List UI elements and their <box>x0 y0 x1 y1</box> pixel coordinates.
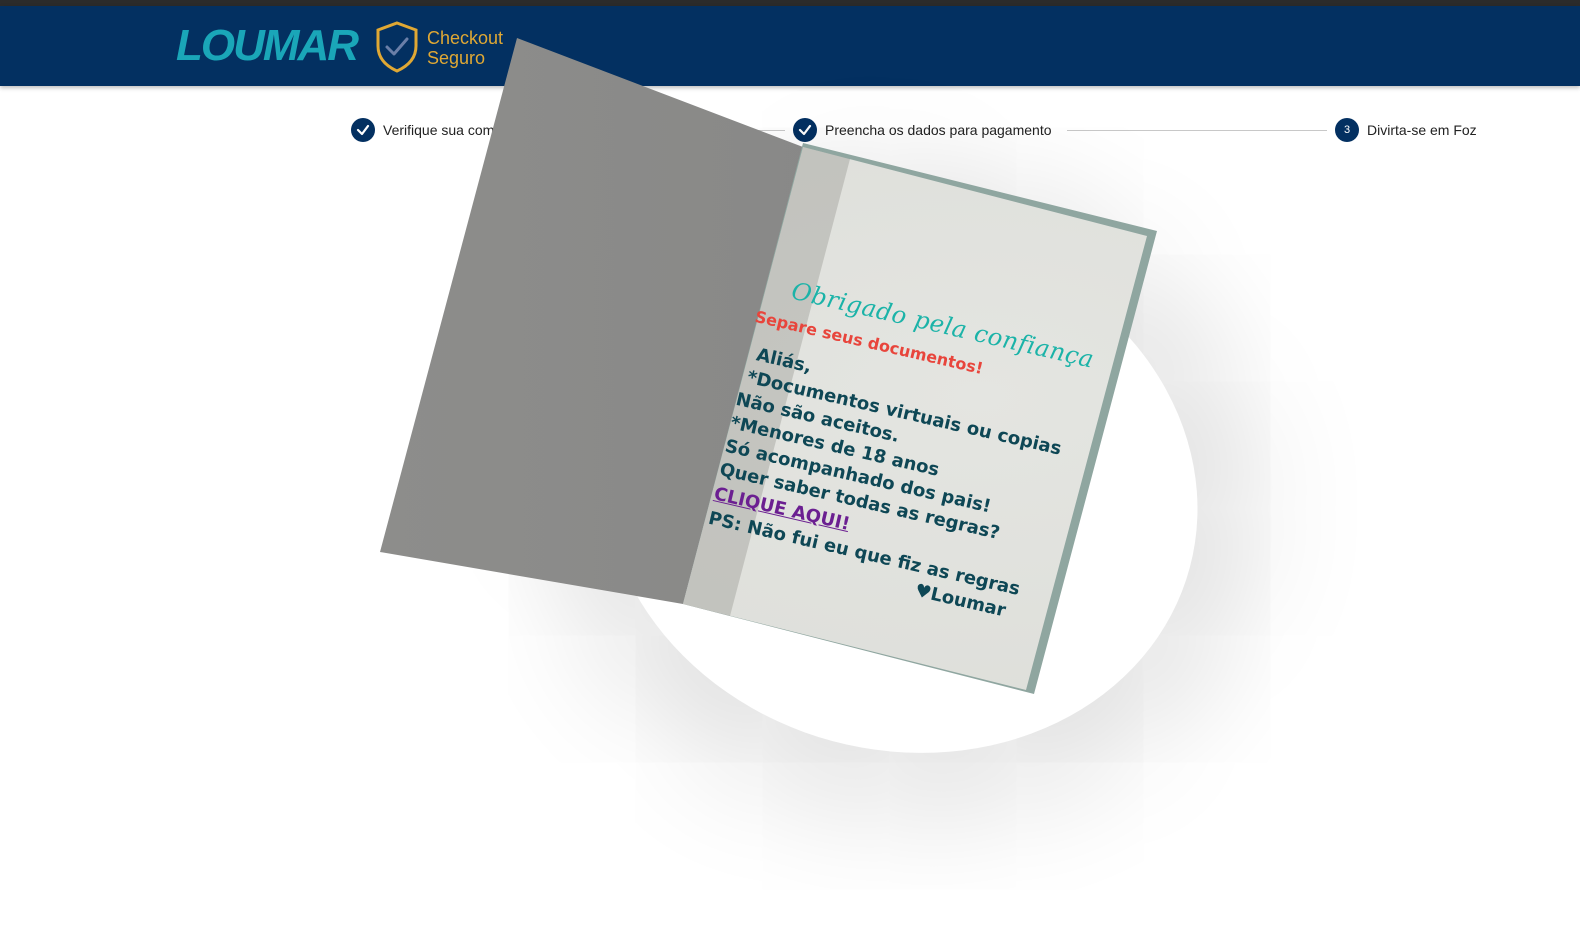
thank-you-card: Obrigado pela confiança Separe seus docu… <box>0 0 1580 944</box>
